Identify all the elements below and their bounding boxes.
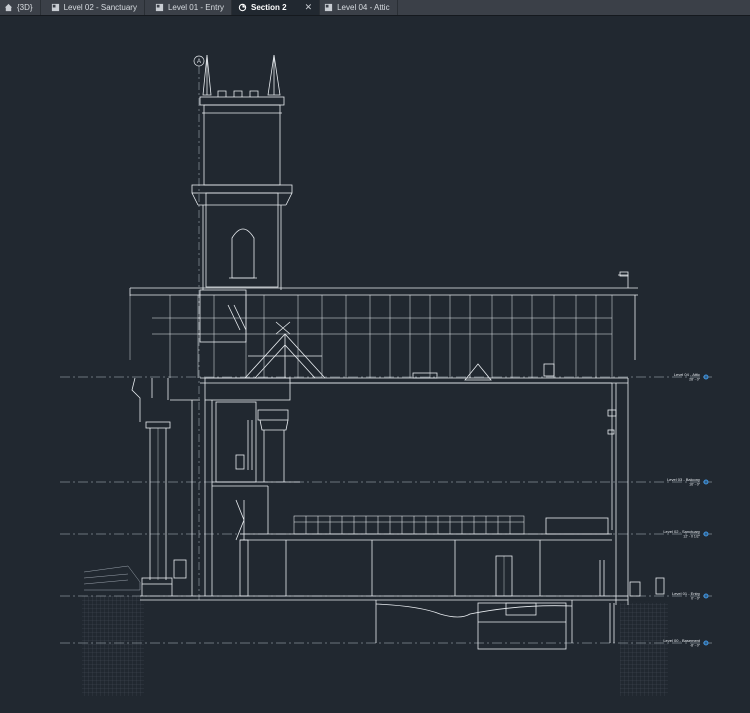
level-marker-balcony[interactable]: Level 03 - Balcony 16' - 0" — [667, 477, 708, 487]
tab-level-02-sanctuary[interactable]: Level 02 - Sanctuary — [41, 0, 145, 15]
building-section — [84, 55, 664, 649]
floor-plan-icon — [51, 3, 60, 12]
tab-level-01-entry[interactable]: Level 01 - Entry — [145, 0, 232, 15]
tab-label: Level 01 - Entry — [168, 3, 224, 12]
level-name: Level 01 - Entry — [672, 591, 700, 596]
grid-bubble-a[interactable]: A — [197, 59, 201, 65]
section-icon — [238, 3, 247, 12]
level-head-icon — [704, 641, 709, 646]
section-drawing-canvas[interactable]: A — [0, 16, 750, 713]
level-marker-sanctuary[interactable]: Level 02 - Sanctuary 12' - 0 1/2" — [663, 529, 708, 539]
level-elevation: 0' - 0" — [691, 597, 701, 601]
level-elevation: 12' - 0 1/2" — [683, 535, 700, 539]
tab-3d-view[interactable]: {3D} — [0, 0, 41, 15]
grid-line-a: A — [194, 56, 204, 600]
ground-earth-hatch — [82, 596, 668, 696]
tab-section-2[interactable]: Section 2 ✕ — [232, 0, 320, 15]
level-marker-basement[interactable]: Level 00 - Basement -8' - 0" — [663, 638, 708, 648]
tab-label: Level 02 - Sanctuary — [64, 3, 137, 12]
level-head-icon — [704, 532, 709, 537]
level-head-icon — [704, 480, 709, 485]
tab-label: {3D} — [17, 3, 33, 12]
tab-label: Level 04 - Attic — [337, 3, 389, 12]
floor-plan-icon — [324, 3, 333, 12]
level-head-icon — [704, 594, 709, 599]
level-name: Level 03 - Balcony — [667, 477, 700, 482]
home-icon — [4, 3, 13, 12]
level-elevation: 28' - 0" — [689, 378, 701, 382]
tab-label: Section 2 — [251, 3, 287, 12]
level-elevation: 16' - 0" — [689, 483, 701, 487]
left-edge-fade — [125, 296, 145, 376]
level-name: Level 02 - Sanctuary — [663, 529, 700, 534]
tab-level-04-attic[interactable]: Level 04 - Attic — [320, 0, 397, 15]
level-markers: Level 04 - Attic 28' - 0" Level 03 - Bal… — [663, 372, 708, 648]
close-tab-icon[interactable]: ✕ — [305, 2, 313, 13]
level-elevation: -8' - 0" — [690, 644, 701, 648]
level-head-icon — [704, 375, 709, 380]
floor-plan-icon — [155, 3, 164, 12]
level-name: Level 00 - Basement — [663, 638, 701, 643]
level-name: Level 04 - Attic — [674, 372, 700, 377]
view-tab-bar: {3D} Level 02 - Sanctuary Level 01 - Ent… — [0, 0, 750, 16]
